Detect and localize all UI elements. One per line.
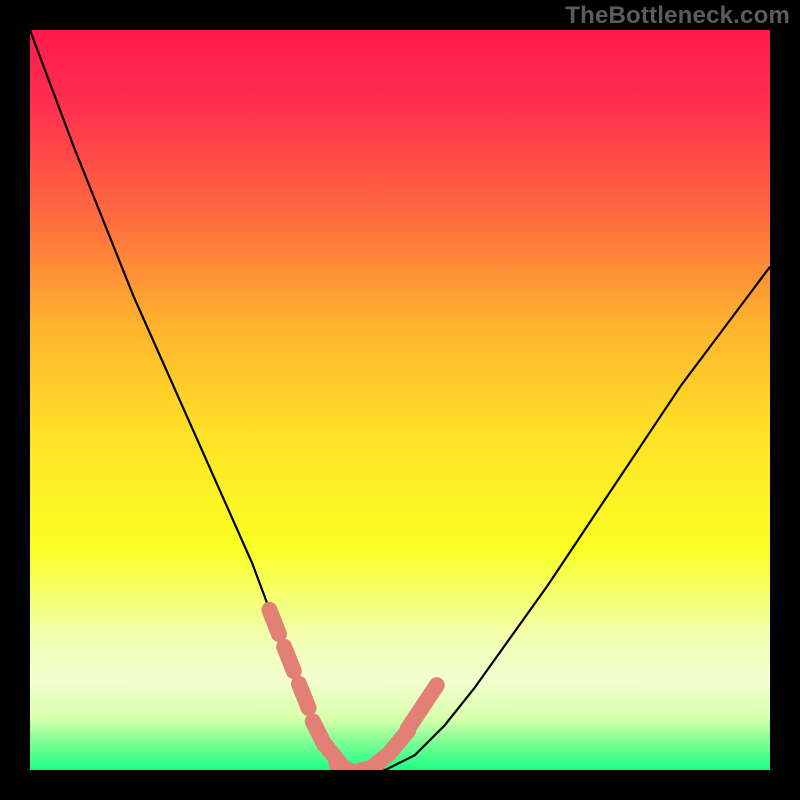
curve-marker xyxy=(269,610,279,634)
plot-area xyxy=(30,30,770,770)
watermark-text: TheBottleneck.com xyxy=(565,2,790,30)
curve-marker xyxy=(368,755,388,771)
curve-marker xyxy=(284,647,294,671)
curve-marker xyxy=(299,684,309,708)
curve-marker xyxy=(422,685,436,707)
chart-frame: TheBottleneck.com xyxy=(0,0,800,800)
curve-markers xyxy=(30,30,770,770)
